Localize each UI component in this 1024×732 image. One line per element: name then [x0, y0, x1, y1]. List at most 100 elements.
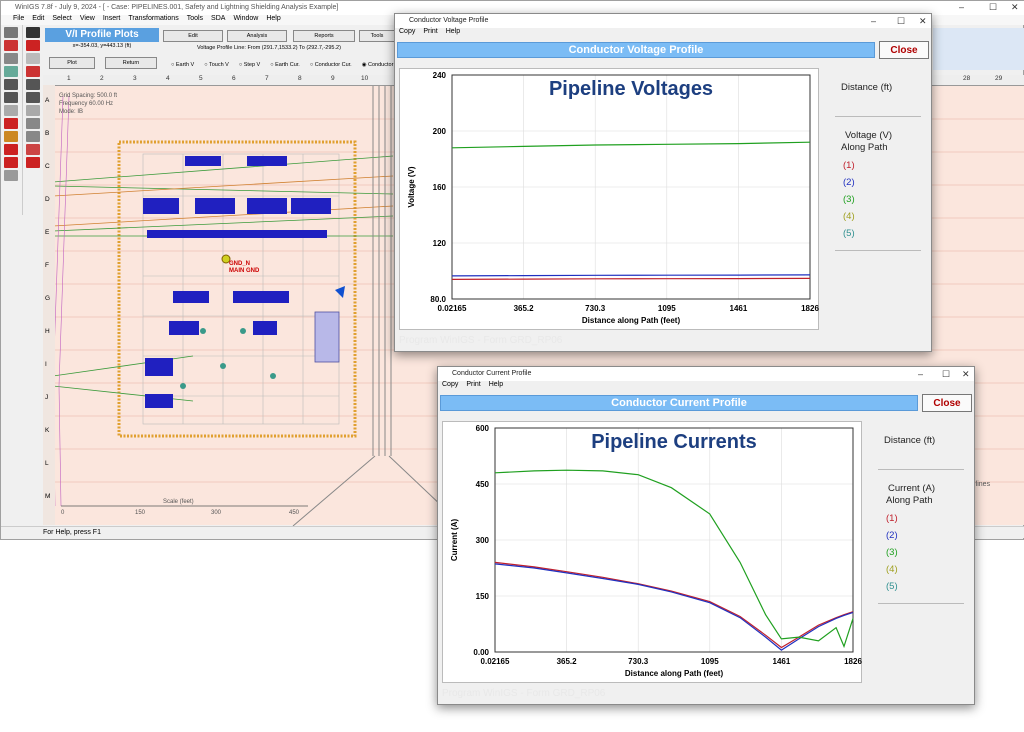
tools-tab[interactable]: Tools [359, 30, 395, 42]
voltage-chart-title: Pipeline Voltages [549, 78, 713, 100]
legend-divider-2 [835, 250, 921, 251]
frequency-text: Frequency 60.00 Hz [59, 101, 114, 107]
edit-tab[interactable]: Edit [163, 30, 223, 42]
current-legend-subtitle: Along Path [886, 495, 933, 506]
radio-touch-v-label: Touch V [208, 62, 229, 68]
voltage-chart: 80.0 120 160 200 240 0.02165 365.2 730.3 1095 146… [407, 71, 819, 325]
scale-tick-450: 450 [289, 510, 300, 516]
ruler-row-f: F [45, 262, 49, 269]
print-icon[interactable] [26, 27, 40, 38]
voltage-close-x-button[interactable]: ✕ [919, 16, 927, 27]
voltage-menu-copy[interactable]: Copy [399, 28, 415, 38]
ruler-col-2: 2 [100, 75, 104, 82]
voltage-profile-window: Conductor Voltage Profile – ☐ ✕ Copy Pri… [394, 13, 932, 352]
copy-icon[interactable] [4, 53, 18, 64]
voltage-menu-help[interactable]: Help [446, 28, 460, 38]
zoom-in-icon[interactable] [4, 79, 18, 90]
reports-tab[interactable]: Reports [293, 30, 355, 42]
current-menu-print[interactable]: Print [466, 381, 480, 391]
mode-text: Mode: IB [59, 109, 84, 115]
menu-file[interactable]: File [13, 15, 24, 25]
ruler-col-6: 6 [232, 75, 236, 82]
ruler-col-9: 9 [331, 75, 335, 82]
voltage-legend-item-1: (1) [843, 160, 855, 171]
current-menu-copy[interactable]: Copy [442, 381, 458, 391]
zoom-out-icon[interactable] [4, 92, 18, 103]
menu-window[interactable]: Window [233, 15, 258, 25]
voltage-legend-item-4: (4) [843, 211, 855, 222]
scale-label: Scale (feet) [163, 499, 194, 505]
current-window-menu: Copy Print Help [438, 381, 974, 391]
node-icon[interactable] [26, 144, 40, 155]
current-close-button[interactable]: Close [922, 394, 972, 412]
profile-type-radio-group: ○ Earth V ○ Touch V ○ Step V ○ Earth Cur… [171, 62, 399, 68]
search-icon[interactable] [26, 79, 40, 90]
cursor-coordinates: x=-354.03, y=443.13 (ft) [72, 43, 132, 49]
ruler-left: A B C D E F G H I J K L M [43, 85, 55, 525]
pointer-icon[interactable] [4, 105, 18, 116]
maximize-button[interactable]: ☐ [989, 2, 997, 13]
search2-icon[interactable] [26, 92, 40, 103]
select-icon[interactable] [26, 105, 40, 116]
ruler-row-a: A [45, 97, 50, 104]
voltage-series-2-line [451, 274, 811, 277]
current-maximize-button[interactable]: ☐ [942, 369, 950, 380]
grid-spacing-text: Grid Spacing: 500.0 ft [59, 93, 118, 99]
chart-icon[interactable] [4, 66, 18, 77]
layer-icon[interactable] [4, 40, 18, 51]
voltage-x-axis-label: Distance along Path (feet) [582, 316, 681, 325]
current-close-x-button[interactable]: ✕ [962, 369, 970, 380]
radio-conductor-cur-label: Conductor Cur. [314, 62, 352, 68]
legend-divider-3 [878, 469, 964, 470]
doc-icon[interactable] [26, 53, 40, 64]
scale-tick-150: 150 [135, 510, 146, 516]
magnet2-icon[interactable] [4, 157, 18, 168]
current-menu-help[interactable]: Help [489, 381, 503, 391]
scissors-icon[interactable] [26, 66, 40, 77]
menu-help[interactable]: Help [266, 15, 280, 25]
radio-touch-v[interactable]: ○ Touch V [204, 62, 229, 68]
current-legend-item-4: (4) [886, 564, 898, 575]
current-band: Conductor Current Profile [440, 395, 918, 411]
main-gnd-label: MAIN GND [229, 268, 260, 274]
radio-step-v[interactable]: ○ Step V [239, 62, 260, 68]
route-icon[interactable] [4, 131, 18, 142]
menu-edit[interactable]: Edit [32, 15, 44, 25]
voltage-minimize-button[interactable]: – [871, 16, 876, 26]
ruler-row-i: I [45, 361, 47, 368]
voltage-close-button[interactable]: Close [879, 41, 929, 59]
grid2-icon[interactable] [26, 131, 40, 142]
menu-insert[interactable]: Insert [103, 15, 121, 25]
voltage-menu-print[interactable]: Print [423, 28, 437, 38]
magnet-icon[interactable] [4, 144, 18, 155]
grid-icon[interactable] [26, 118, 40, 129]
ruler-row-j: J [45, 394, 49, 401]
pin-icon[interactable] [4, 118, 18, 129]
analysis-tab[interactable]: Analysis [227, 30, 287, 42]
plot-button[interactable]: Plot [49, 57, 95, 69]
menu-sda[interactable]: SDA [211, 15, 225, 25]
ruler-col-1: 1 [67, 75, 71, 82]
menu-tools[interactable]: Tools [187, 15, 203, 25]
return-button[interactable]: Return [105, 57, 157, 69]
radio-conductor-cur[interactable]: ○ Conductor Cur. [310, 62, 352, 68]
window-icon[interactable] [4, 170, 18, 181]
radio-earth-v[interactable]: ○ Earth V [171, 62, 194, 68]
close-app-button[interactable]: ✕ [1011, 2, 1019, 13]
save-icon[interactable] [4, 27, 18, 38]
radio-earth-cur[interactable]: ○ Earth Cur. [270, 62, 300, 68]
menu-select[interactable]: Select [52, 15, 71, 25]
minimize-button[interactable]: – [959, 2, 964, 12]
radio-earth-v-label: Earth V [175, 62, 195, 68]
red-bar-icon[interactable] [26, 40, 40, 51]
current-minimize-button[interactable]: – [918, 369, 923, 379]
voltage-window-title-bar: Conductor Voltage Profile [395, 14, 931, 28]
scale-tick-0: 0 [61, 510, 65, 516]
voltage-y-tick-label: 120 [433, 239, 447, 248]
menu-view[interactable]: View [80, 15, 95, 25]
voltage-maximize-button[interactable]: ☐ [897, 16, 905, 27]
current-plot-area: 0.00 150 300 450 600 0.02165 365.2 730.3 1095 146… [442, 421, 862, 683]
menu-transformations[interactable]: Transformations [128, 15, 178, 25]
ground-icon[interactable] [26, 157, 40, 168]
current-x-tick-label: 0.02165 [481, 657, 510, 666]
